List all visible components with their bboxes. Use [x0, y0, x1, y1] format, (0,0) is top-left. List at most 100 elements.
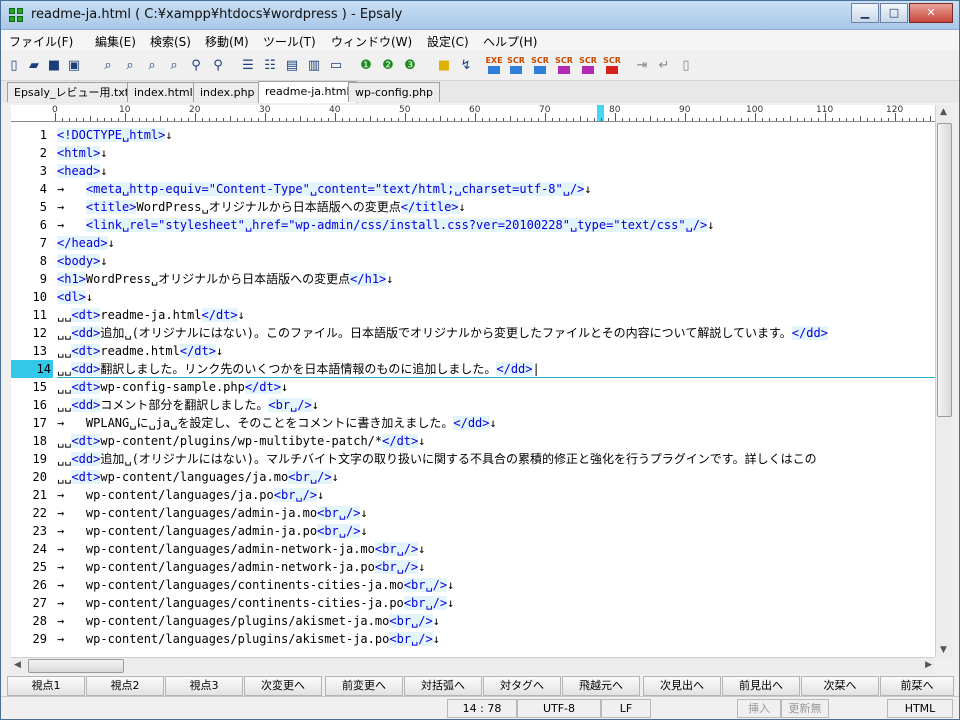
menu-tools[interactable]: ツール(T) — [263, 33, 316, 50]
code-line[interactable]: ␣␣<dd>追加␣(オリジナルにはない)。このファイル。日本語版でオリジナルから… — [57, 324, 828, 342]
code-line[interactable]: → WPLANG␣に␣ja␣を設定し、そのことをコメントに書き加えました。</d… — [57, 414, 497, 432]
minimize-button[interactable]: ▁ — [851, 3, 879, 23]
code-line[interactable]: </head>↓ — [57, 234, 115, 252]
maximize-button[interactable]: □ — [880, 3, 908, 23]
search-icon[interactable]: ⌕ — [99, 57, 117, 75]
search-next-icon[interactable]: ⌕ — [121, 57, 139, 75]
code-line[interactable]: <body>↓ — [57, 252, 108, 270]
bookmark-icon[interactable]: ■ — [435, 57, 453, 75]
vertical-scroll-thumb[interactable] — [937, 123, 952, 417]
fkey-1[interactable]: 視点1 — [7, 676, 85, 696]
newline-indicator[interactable]: LF — [601, 699, 651, 718]
tab-wp-config[interactable]: wp-config.php — [348, 82, 441, 102]
replace-icon[interactable]: ⌕ — [165, 57, 183, 75]
fkey-8[interactable]: 飛越元へ — [562, 676, 640, 696]
scr-step-icon[interactable]: SCR — [531, 57, 549, 75]
code-line[interactable]: ␣␣<dt>readme-ja.html</dt>↓ — [57, 306, 245, 324]
grep-icon[interactable]: ⚲ — [187, 57, 205, 75]
code-line[interactable]: <head>↓ — [57, 162, 108, 180]
indent-icon[interactable]: ⇥ — [633, 57, 651, 75]
grep-replace-icon[interactable]: ⚲ — [209, 57, 227, 75]
scroll-right-icon[interactable]: ▶ — [925, 660, 932, 670]
encoding-indicator[interactable]: UTF-8 — [517, 699, 601, 718]
menu-file[interactable]: ファイル(F) — [9, 33, 73, 50]
code-line[interactable]: <h1>WordPress␣オリジナルから日本語版への変更点</h1>↓ — [57, 270, 394, 288]
code-line[interactable]: → wp-content/languages/admin-network-ja.… — [57, 558, 425, 576]
horizontal-scrollbar[interactable]: ◀ ▶ — [11, 657, 935, 674]
outline-icon[interactable]: ☷ — [261, 57, 279, 75]
menu-settings[interactable]: 設定(C) — [427, 33, 469, 50]
scr-run-icon[interactable]: SCR — [507, 57, 525, 75]
view2-icon[interactable]: ❷ — [379, 57, 397, 75]
code-line[interactable]: → wp-content/languages/plugins/akismet-j… — [57, 630, 440, 648]
code-line[interactable]: → wp-content/languages/plugins/akismet-j… — [57, 612, 440, 630]
menu-edit[interactable]: 編集(E) — [95, 33, 136, 50]
close-button[interactable]: ✕ — [909, 3, 953, 23]
code-line[interactable]: ␣␣<dd>コメント部分を翻訳しました。<br␣/>↓ — [57, 396, 319, 414]
scroll-down-icon[interactable]: ▼ — [940, 645, 947, 655]
fkey-4[interactable]: 次変更へ — [244, 676, 322, 696]
ruler-tick — [657, 118, 658, 121]
open-folder-icon[interactable]: ▰ — [25, 57, 43, 75]
menu-search[interactable]: 検索(S) — [150, 33, 191, 50]
fkey-3[interactable]: 視点3 — [165, 676, 243, 696]
fkey-12[interactable]: 前栞へ — [880, 676, 954, 696]
code-line[interactable]: → wp-content/languages/continents-cities… — [57, 576, 454, 594]
folder-icon[interactable]: ▭ — [327, 57, 345, 75]
new-file-icon[interactable]: ▯ — [5, 57, 23, 75]
view3-icon[interactable]: ❸ — [401, 57, 419, 75]
scroll-left-icon[interactable]: ◀ — [14, 660, 21, 670]
syntax-mode-indicator[interactable]: HTML — [887, 699, 953, 718]
save-all-icon[interactable]: ▣ — [65, 57, 83, 75]
code-line[interactable]: → wp-content/languages/admin-ja.mo<br␣/>… — [57, 504, 368, 522]
menu-window[interactable]: ウィンドウ(W) — [331, 33, 412, 50]
window-icon[interactable]: ▤ — [283, 57, 301, 75]
tab-index-php[interactable]: index.php — [193, 82, 262, 102]
document-icon[interactable]: ▯ — [677, 57, 695, 75]
search-prev-icon[interactable]: ⌕ — [143, 57, 161, 75]
code-line[interactable]: <dl>↓ — [57, 288, 93, 306]
code-line[interactable]: ␣␣<dt>readme.html</dt>↓ — [57, 342, 223, 360]
jump-icon[interactable]: ↯ — [457, 57, 475, 75]
code-line[interactable]: ␣␣<dt>wp-content/plugins/wp-multibyte-pa… — [57, 432, 425, 450]
code-line[interactable]: ␣␣<dt>wp-config-sample.php</dt>↓ — [57, 378, 288, 396]
fkey-11[interactable]: 次栞へ — [801, 676, 879, 696]
title-bar[interactable]: readme-ja.html ( C:¥xampp¥htdocs¥wordpre… — [1, 1, 959, 30]
code-line[interactable]: → <meta␣http-equiv="Content-Type"␣conten… — [57, 180, 592, 198]
exe-run-icon[interactable]: EXE — [485, 57, 503, 75]
tab-epsaly-review[interactable]: Epsaly_レビュー用.txt — [7, 82, 137, 102]
save-icon[interactable]: ■ — [45, 57, 63, 75]
horizontal-scroll-thumb[interactable] — [28, 659, 124, 673]
scr-stop-icon[interactable]: SCR — [603, 57, 621, 75]
menu-move[interactable]: 移動(M) — [205, 33, 249, 50]
fkey-5[interactable]: 前変更へ — [325, 676, 403, 696]
code-line[interactable]: ␣␣<dd>追加␣(オリジナルにはない)。マルチバイト文字の取り扱いに関する不具… — [57, 450, 817, 468]
code-line[interactable]: <html>↓ — [57, 144, 108, 162]
tab-readme-ja[interactable]: readme-ja.html — [258, 81, 357, 103]
vertical-scrollbar[interactable]: ▲ ▼ — [935, 105, 952, 657]
code-line[interactable]: → <link␣rel="stylesheet"␣href="wp-admin/… — [57, 216, 714, 234]
fkey-9[interactable]: 次見出へ — [643, 676, 721, 696]
code-line[interactable]: → wp-content/languages/ja.po<br␣/>↓ — [57, 486, 324, 504]
newline-icon[interactable]: ↵ — [655, 57, 673, 75]
code-line[interactable]: → wp-content/languages/admin-ja.po<br␣/>… — [57, 522, 368, 540]
code-line[interactable]: <!DOCTYPE␣html>↓ — [57, 126, 173, 144]
text-editor[interactable]: 1 2 3 4 5 6 7 8 9 10 11 12 13 14 15 16 17 18 19 20 21 22 23 24 2… — [11, 122, 935, 657]
code-line[interactable]: → wp-content/languages/continents-cities… — [57, 594, 454, 612]
list-icon[interactable]: ☰ — [239, 57, 257, 75]
split-icon[interactable]: ▥ — [305, 57, 323, 75]
code-line[interactable]: ␣␣<dd>翻訳しました。リンク先のいくつかを日本語情報のものに追加しました。<… — [57, 360, 540, 378]
fkey-2[interactable]: 視点2 — [86, 676, 164, 696]
fkey-7[interactable]: 対タグへ — [483, 676, 561, 696]
fkey-6[interactable]: 対括弧へ — [404, 676, 482, 696]
menu-help[interactable]: ヘルプ(H) — [483, 33, 537, 50]
code-line[interactable]: → <title>WordPress␣オリジナルから日本語版への変更点</tit… — [57, 198, 466, 216]
scr-pause-icon[interactable]: SCR — [555, 57, 573, 75]
scr-record-icon[interactable]: SCR — [579, 57, 597, 75]
fkey-10[interactable]: 前見出へ — [722, 676, 800, 696]
code-line[interactable]: → wp-content/languages/admin-network-ja.… — [57, 540, 425, 558]
tab-index-html[interactable]: index.html — [127, 82, 200, 102]
scroll-up-icon[interactable]: ▲ — [940, 107, 947, 117]
view1-icon[interactable]: ❶ — [357, 57, 375, 75]
code-line[interactable]: ␣␣<dt>wp-content/languages/ja.mo<br␣/>↓ — [57, 468, 339, 486]
